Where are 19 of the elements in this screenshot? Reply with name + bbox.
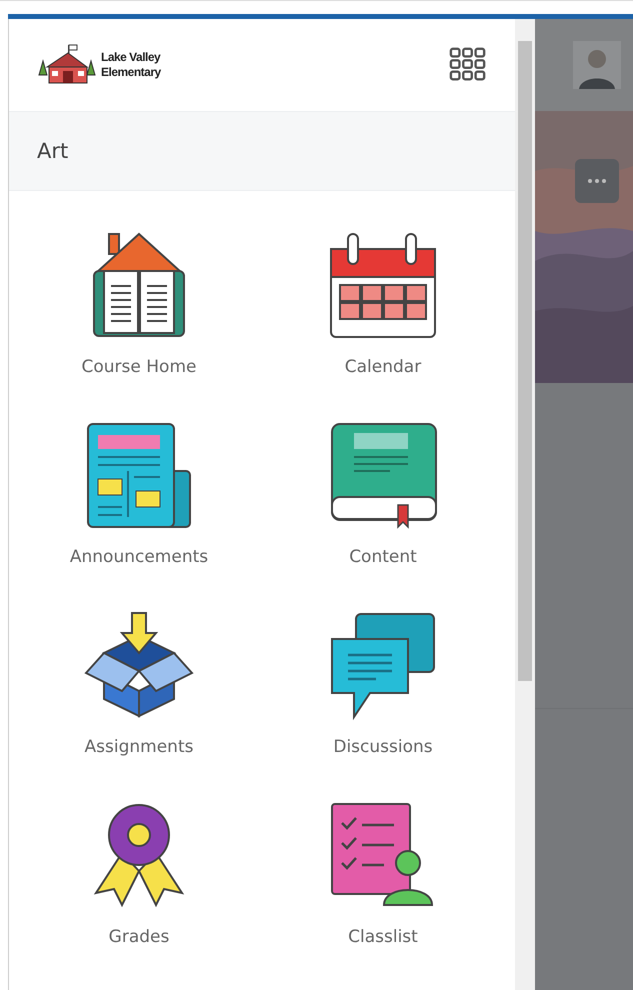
nav-tile[interactable]: Announcements bbox=[17, 421, 261, 567]
school-name: Lake Valley bbox=[101, 50, 161, 65]
newspaper-icon bbox=[84, 421, 194, 531]
nav-tile[interactable]: Classlist bbox=[261, 801, 505, 947]
nav-tile[interactable]: Assignments bbox=[17, 611, 261, 757]
scrollbar[interactable] bbox=[515, 19, 535, 990]
nav-tile[interactable]: Calendar bbox=[261, 231, 505, 377]
nav-tile[interactable]: Course Home bbox=[17, 231, 261, 377]
nav-tile[interactable]: Discussions bbox=[261, 611, 505, 757]
more-icon bbox=[587, 178, 607, 184]
calendar-icon bbox=[328, 231, 438, 341]
course-title: Art bbox=[37, 139, 68, 163]
school-name: Elementary bbox=[101, 65, 161, 80]
scrollbar-thumb[interactable] bbox=[518, 41, 532, 681]
more-button[interactable] bbox=[575, 159, 619, 203]
chat-bubbles-icon bbox=[328, 611, 438, 721]
book-icon bbox=[328, 421, 438, 531]
nav-tile[interactable]: Grades bbox=[17, 801, 261, 947]
nav-tile[interactable]: Content bbox=[261, 421, 505, 567]
